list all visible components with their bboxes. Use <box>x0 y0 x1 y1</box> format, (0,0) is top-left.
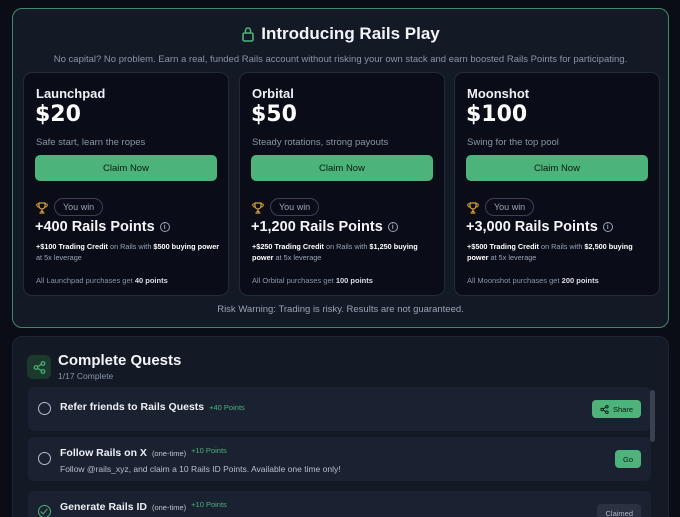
credit-amount: +$250 Trading Credit <box>252 242 324 251</box>
trophy-icon <box>467 202 479 214</box>
rails-points: +400 Rails Points i <box>35 219 170 235</box>
claim-now-button[interactable]: Claim Now <box>466 155 648 181</box>
credit-connector: on Rails with <box>110 242 152 251</box>
quests-title: Complete Quests <box>58 352 182 369</box>
tier-price: $50 <box>251 102 297 127</box>
leverage: at 5x leverage <box>275 252 322 262</box>
quest-points: +10 Points <box>191 446 227 455</box>
tier-tagline: Safe start, learn the ropes <box>36 137 146 148</box>
quest-status-radio[interactable] <box>38 452 51 465</box>
points-value: +400 Rails Points <box>35 219 155 235</box>
tier-price: $100 <box>466 102 528 127</box>
quests-icon-box <box>27 355 51 379</box>
tier-card-orbital: Orbital $50 Steady rotations, strong pay… <box>239 72 445 296</box>
tier-card-launchpad: Launchpad $20 Safe start, learn the rope… <box>23 72 229 296</box>
info-icon[interactable]: i <box>602 222 613 232</box>
tier-card-moonshot: Moonshot $100 Swing for the top pool Cla… <box>454 72 660 296</box>
share-button-label: Share <box>612 404 633 414</box>
tier-price: $20 <box>35 102 81 127</box>
risk-warning: Risk Warning: Trading is risky. Results … <box>217 304 464 315</box>
lock-icon <box>242 27 255 42</box>
purchase-note: All Launchpad purchases get 40 points <box>36 276 168 285</box>
share-icon <box>600 404 609 414</box>
points-value: +3,000 Rails Points <box>466 219 598 235</box>
rails-points: +3,000 Rails Points i <box>466 219 613 235</box>
quest-title: Refer friends to Rails Quests +40 Points <box>60 401 245 413</box>
tier-name: Orbital <box>252 86 294 101</box>
quest-status-radio[interactable] <box>38 402 51 415</box>
quest-points: +40 Points <box>209 403 245 412</box>
purchase-note: All Moonshot purchases get 200 points <box>467 276 599 285</box>
quest-title-text: Follow Rails on X <box>60 447 147 459</box>
quest-tag: (one-time) <box>151 449 187 458</box>
info-icon[interactable]: i <box>387 222 398 232</box>
quest-tag: (one-time) <box>151 503 187 512</box>
rails-points: +1,200 Rails Points i <box>251 219 398 235</box>
tier-tagline: Steady rotations, strong payouts <box>252 137 389 148</box>
trophy-icon <box>252 202 264 214</box>
you-win-badge: You win <box>270 198 320 216</box>
promo-title: Introducing Rails Play <box>13 24 668 44</box>
quests-scrollbar[interactable] <box>650 390 655 442</box>
quest-title-text: Generate Rails ID <box>60 501 147 513</box>
quest-row-generate-rails-id[interactable]: Generate Rails ID (one-time) +10 Points … <box>28 491 651 517</box>
you-win-badge: You win <box>485 198 535 216</box>
tier-tagline: Swing for the top pool <box>467 137 559 148</box>
trading-credit-detail: +$500 Trading Credit on Rails with $2,50… <box>467 242 651 263</box>
credit-connector: on Rails with <box>541 242 583 251</box>
quests-progress: 1/17 Complete <box>58 371 114 381</box>
share-icon <box>33 360 45 374</box>
leverage: at 5x leverage <box>490 252 537 262</box>
quest-row-refer-friends[interactable]: Refer friends to Rails Quests +40 Points… <box>28 387 651 431</box>
note-prefix: All Orbital purchases get <box>252 276 334 285</box>
trading-credit-detail: +$100 Trading Credit on Rails with $500 … <box>36 242 220 263</box>
credit-amount: +$500 Trading Credit <box>467 242 539 251</box>
note-points: 200 points <box>561 276 599 285</box>
quest-row-follow-x[interactable]: Follow Rails on X (one-time) +10 Points … <box>28 437 651 481</box>
claimed-button: Claimed <box>597 504 641 517</box>
points-value: +1,200 Rails Points <box>251 219 383 235</box>
quest-points: +10 Points <box>191 500 227 509</box>
promo-subtitle: No capital? No problem. Earn a real, fun… <box>53 54 628 65</box>
buying-power: $500 buying power <box>153 242 220 251</box>
you-win-badge: You win <box>54 198 104 216</box>
trading-credit-detail: +$250 Trading Credit on Rails with $1,25… <box>252 242 436 263</box>
credit-amount: +$100 Trading Credit <box>36 242 108 251</box>
quest-description: Follow @rails_xyz, and claim a 10 Rails … <box>60 464 341 474</box>
go-button[interactable]: Go <box>614 450 641 468</box>
quests-panel: Complete Quests 1/17 Complete Refer frie… <box>12 336 669 517</box>
promo-title-text: Introducing Rails Play <box>261 24 440 43</box>
info-icon[interactable]: i <box>159 222 170 232</box>
credit-connector: on Rails with <box>326 242 368 251</box>
quest-title: Follow Rails on X (one-time) +10 Points <box>60 446 227 459</box>
quest-title-text: Refer friends to Rails Quests <box>60 401 205 413</box>
share-button[interactable]: Share <box>591 400 641 418</box>
tier-name: Moonshot <box>467 86 530 101</box>
leverage: at 5x leverage <box>36 252 82 262</box>
note-points: 100 points <box>335 276 373 285</box>
claim-now-button[interactable]: Claim Now <box>35 155 217 181</box>
purchase-note: All Orbital purchases get 100 points <box>252 276 373 285</box>
claim-now-button[interactable]: Claim Now <box>251 155 433 181</box>
note-points: 40 points <box>134 276 168 285</box>
note-prefix: All Moonshot purchases get <box>467 276 560 285</box>
quest-title: Generate Rails ID (one-time) +10 Points <box>60 500 227 513</box>
note-prefix: All Launchpad purchases get <box>36 276 133 285</box>
tier-name: Launchpad <box>36 86 106 101</box>
quest-complete-check-icon <box>38 505 51 517</box>
trophy-icon <box>36 202 48 214</box>
rails-play-panel: Introducing Rails Play No capital? No pr… <box>12 8 669 328</box>
